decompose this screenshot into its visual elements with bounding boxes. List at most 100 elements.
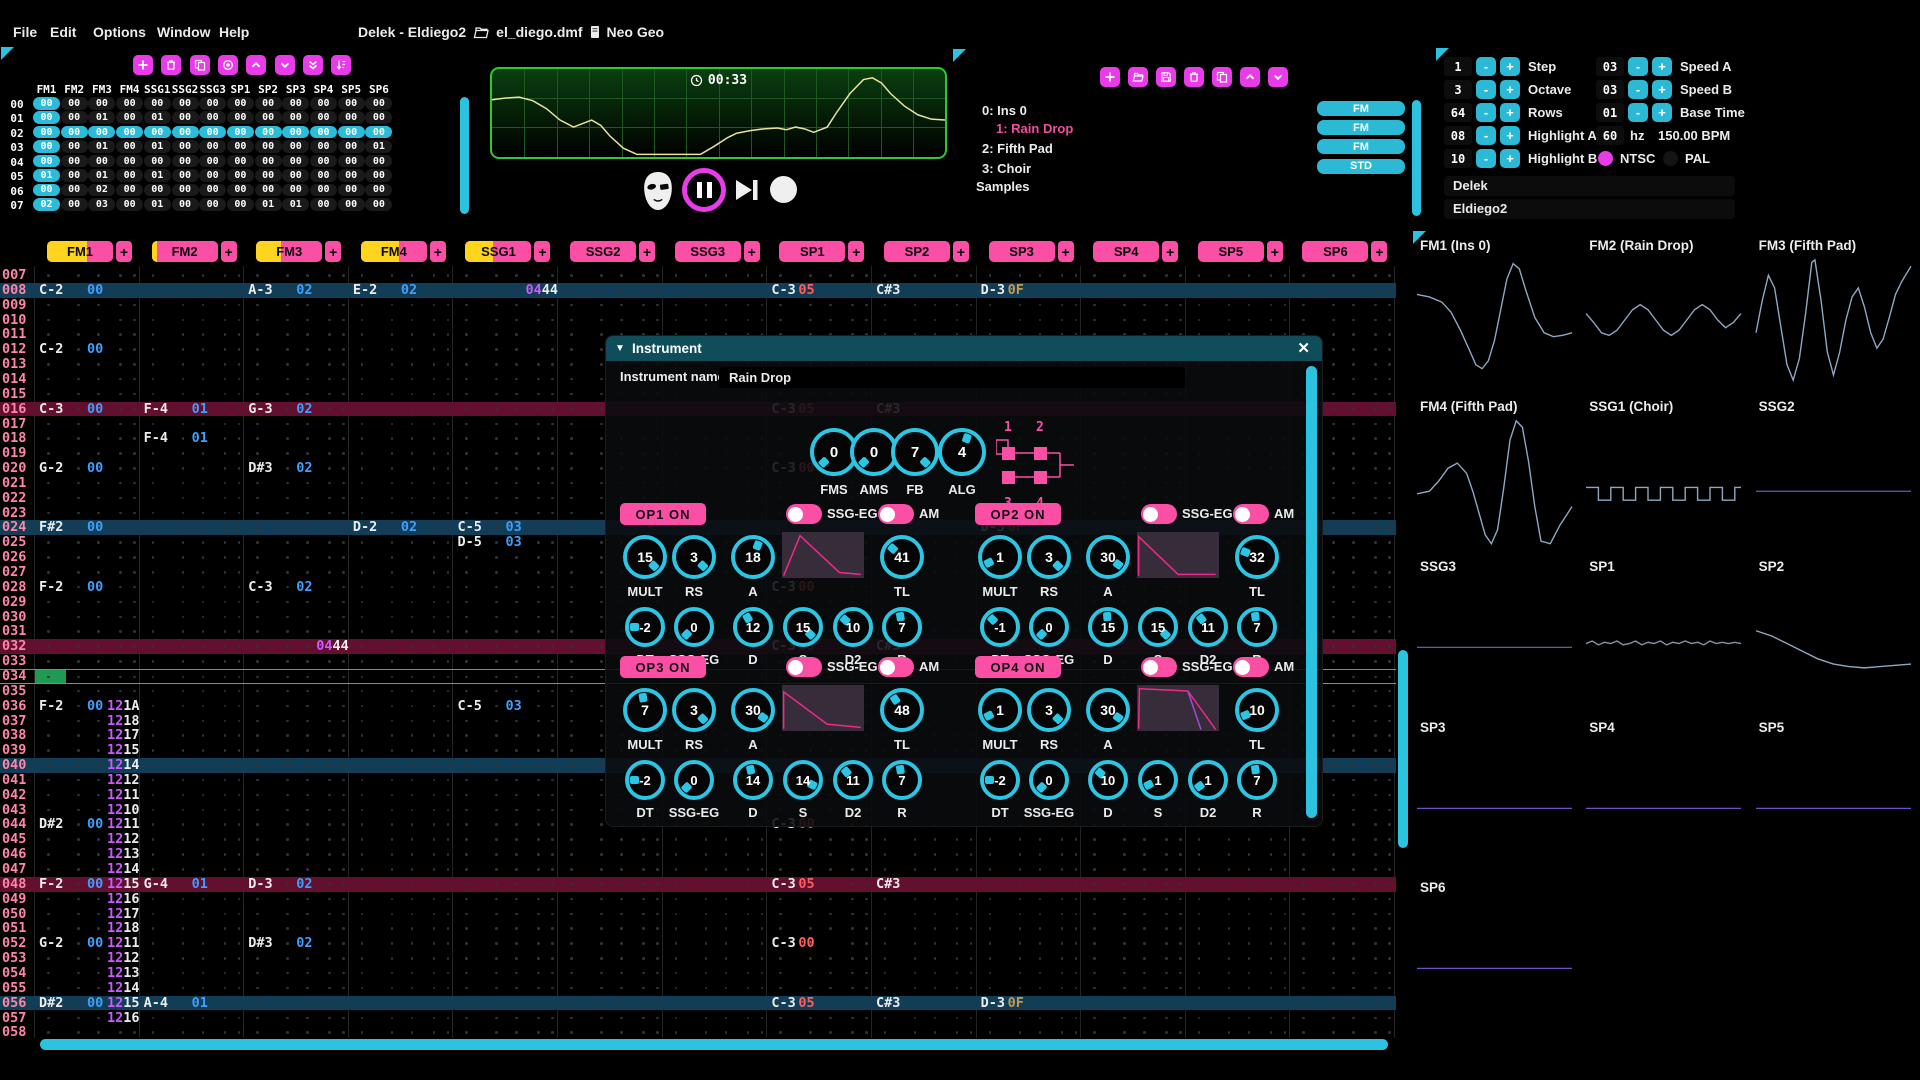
speed-a-decrease-button[interactable]: -: [1628, 57, 1648, 76]
knob-fb[interactable]: 7: [891, 428, 939, 476]
pattern-cell[interactable]: [140, 936, 245, 951]
pattern-row[interactable]: 0451212: [0, 832, 1396, 847]
pattern-cell[interactable]: [1290, 966, 1395, 981]
pattern-cell[interactable]: D#2001215: [35, 996, 140, 1011]
pattern-cell[interactable]: [35, 1025, 140, 1040]
pattern-cell[interactable]: G-200: [35, 461, 140, 476]
pattern-cell[interactable]: [663, 921, 768, 936]
order-cell[interactable]: 00: [282, 126, 309, 139]
pattern-cell[interactable]: [1081, 996, 1186, 1011]
pattern-cell[interactable]: [1081, 1011, 1186, 1026]
pattern-cell[interactable]: [663, 877, 768, 892]
order-cell[interactable]: 00: [199, 97, 226, 110]
pattern-cell[interactable]: [244, 476, 349, 491]
pattern-cell[interactable]: [1081, 907, 1186, 922]
trash-icon[interactable]: [161, 55, 181, 75]
order-cell[interactable]: 00: [365, 169, 392, 182]
speed-a-value[interactable]: 03: [1596, 57, 1624, 76]
pattern-cell[interactable]: [453, 342, 558, 357]
record-icon[interactable]: [218, 55, 238, 75]
pattern-cell[interactable]: F-401: [140, 431, 245, 446]
pattern-cell[interactable]: F-401: [140, 402, 245, 417]
pattern-cell[interactable]: [349, 535, 454, 550]
pattern-cell[interactable]: [872, 862, 977, 877]
pattern-cell[interactable]: [349, 1025, 454, 1040]
pattern-cell[interactable]: [872, 1011, 977, 1026]
pattern-cell[interactable]: [872, 907, 977, 922]
pattern-cell[interactable]: [1081, 877, 1186, 892]
order-cell[interactable]: 00: [227, 140, 254, 153]
pattern-cell[interactable]: [767, 847, 872, 862]
order-cell[interactable]: 00: [365, 111, 392, 124]
pattern-cell[interactable]: [349, 491, 454, 506]
pattern-cell[interactable]: [35, 595, 140, 610]
pattern-cell[interactable]: [1186, 313, 1291, 328]
order-cell[interactable]: 00: [172, 169, 199, 182]
pattern-cell[interactable]: [244, 728, 349, 743]
pattern-cell[interactable]: C-300: [35, 402, 140, 417]
pattern-cell[interactable]: [1186, 996, 1291, 1011]
channel-add-effect-button[interactable]: +: [534, 241, 550, 262]
op4-enable-button[interactable]: OP4 ON: [975, 656, 1061, 678]
ssg-eg-toggle[interactable]: [1141, 657, 1177, 677]
pattern-cell[interactable]: [872, 268, 977, 283]
knob-d2[interactable]: 1: [1188, 760, 1228, 800]
pattern-cell[interactable]: [767, 862, 872, 877]
pattern-cell[interactable]: [1186, 921, 1291, 936]
menu-item-window[interactable]: Window: [157, 24, 211, 40]
pattern-cell[interactable]: [35, 298, 140, 313]
menu-item-file[interactable]: File: [13, 24, 37, 40]
op2-enable-button[interactable]: OP2 ON: [975, 503, 1061, 525]
pattern-cell[interactable]: 1213: [35, 966, 140, 981]
op1-enable-button[interactable]: OP1 ON: [620, 503, 706, 525]
pattern-cell[interactable]: [453, 714, 558, 729]
order-cell[interactable]: 00: [172, 140, 199, 153]
pattern-cell[interactable]: [140, 728, 245, 743]
pattern-cell[interactable]: [244, 966, 349, 981]
pattern-cell[interactable]: D-302: [244, 877, 349, 892]
pattern-row[interactable]: 0571216: [0, 1011, 1396, 1026]
pattern-cell[interactable]: [767, 1011, 872, 1026]
pattern-cell[interactable]: [1186, 862, 1291, 877]
pattern-cell[interactable]: [349, 476, 454, 491]
ssg-eg-toggle[interactable]: [786, 504, 822, 524]
channel-header-sp6[interactable]: SP6: [1302, 241, 1368, 262]
pattern-cell[interactable]: [977, 877, 1082, 892]
pattern-cell[interactable]: C-503: [453, 520, 558, 535]
pattern-cell[interactable]: [1186, 951, 1291, 966]
save-icon[interactable]: [1156, 67, 1176, 87]
pattern-cell[interactable]: [244, 372, 349, 387]
pattern-cell[interactable]: [1081, 832, 1186, 847]
channel-header-ssg1[interactable]: SSG1: [465, 241, 531, 262]
pattern-cell[interactable]: [453, 832, 558, 847]
pattern-cell[interactable]: [244, 714, 349, 729]
channel-header-fm3[interactable]: FM3: [256, 241, 322, 262]
pattern-cell[interactable]: [1081, 313, 1186, 328]
order-cell[interactable]: 00: [255, 169, 282, 182]
pattern-v-scrollbar[interactable]: [1398, 650, 1408, 848]
order-cell[interactable]: 01: [365, 140, 392, 153]
channel-header-fm2[interactable]: FM2: [152, 241, 218, 262]
pattern-cell[interactable]: [977, 847, 1082, 862]
pattern-cell[interactable]: [663, 996, 768, 1011]
order-cell[interactable]: 00: [282, 155, 309, 168]
order-cell[interactable]: 00: [61, 155, 88, 168]
pattern-cell[interactable]: [244, 699, 349, 714]
mask-icon[interactable]: [640, 171, 676, 211]
speed-b-decrease-button[interactable]: -: [1628, 80, 1648, 99]
channel-header-ssg2[interactable]: SSG2: [570, 241, 636, 262]
pattern-cell[interactable]: [349, 431, 454, 446]
step-value[interactable]: 1: [1444, 57, 1472, 76]
knob-s[interactable]: 15: [783, 607, 823, 647]
order-cell[interactable]: 00: [310, 126, 337, 139]
order-cell[interactable]: 01: [144, 140, 171, 153]
pattern-cell[interactable]: [140, 506, 245, 521]
channel-header-ssg3[interactable]: SSG3: [675, 241, 741, 262]
pattern-cell[interactable]: [349, 684, 454, 699]
knob-s[interactable]: 14: [783, 760, 823, 800]
pattern-cell[interactable]: [1186, 1025, 1291, 1040]
knob-mult[interactable]: 15: [623, 535, 667, 579]
pattern-cell[interactable]: [140, 491, 245, 506]
pattern-cell[interactable]: [453, 936, 558, 951]
pattern-cell[interactable]: [349, 610, 454, 625]
